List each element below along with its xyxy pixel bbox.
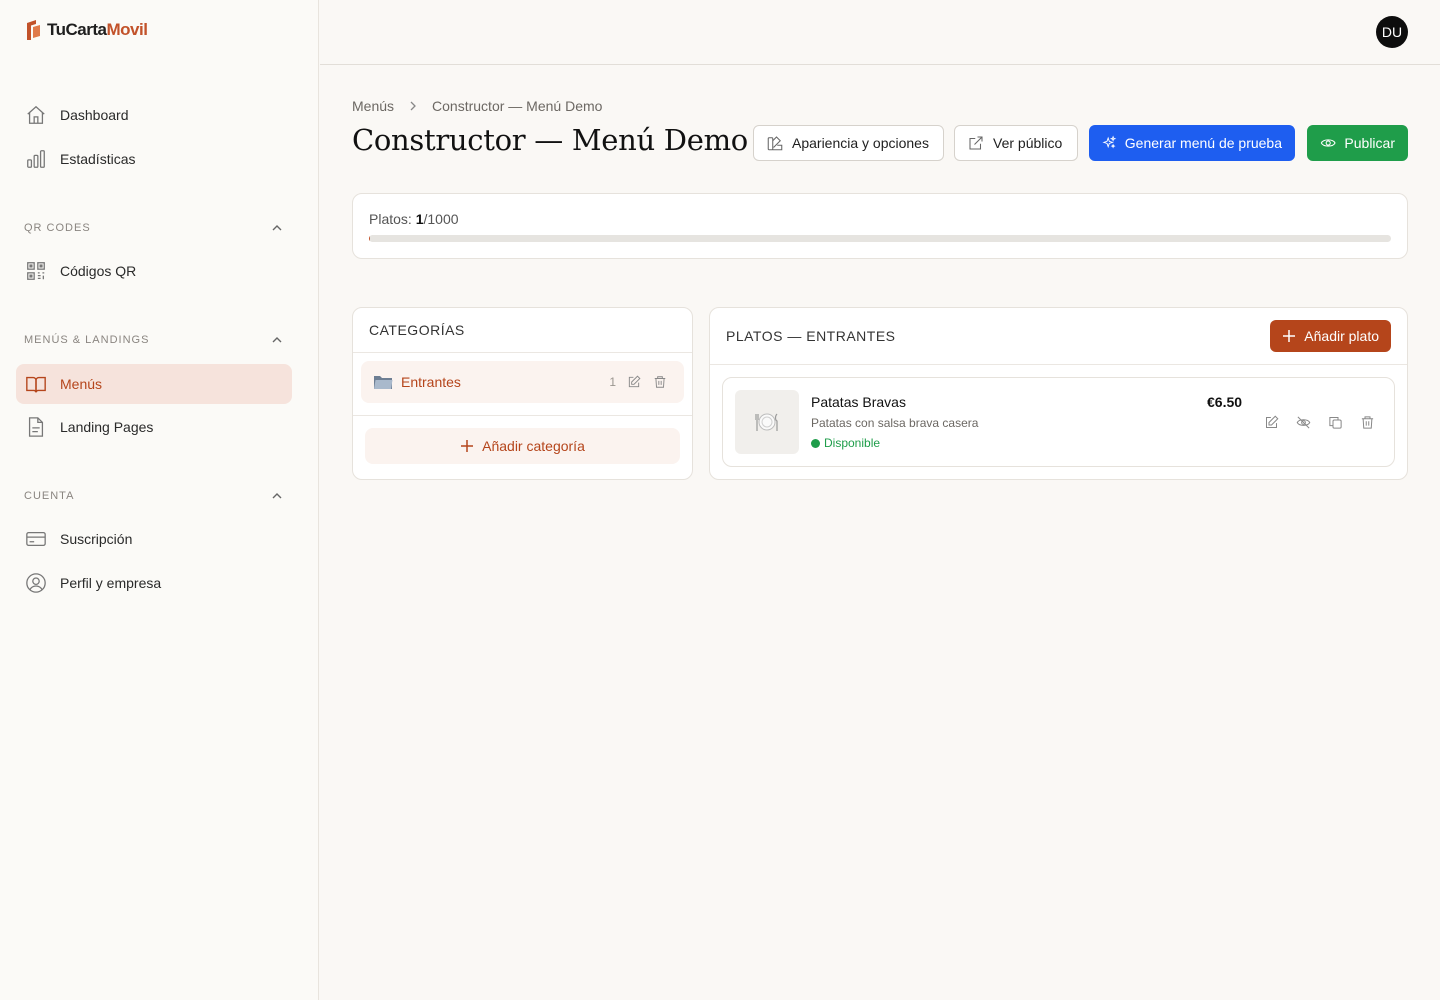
edit-icon[interactable] — [1263, 414, 1279, 430]
home-icon — [25, 104, 47, 126]
button-label: Apariencia y opciones — [792, 135, 929, 151]
categories-panel: CATEGORÍAS Entrantes 1 Añadir categoría — [352, 307, 693, 480]
sidebar-item-suscripcion[interactable]: Suscripción — [16, 519, 292, 559]
trash-icon[interactable] — [1359, 414, 1375, 430]
usage-card: Platos: 1/1000 — [352, 193, 1408, 259]
brand-logo[interactable]: TuCartaMovil — [25, 19, 148, 41]
topbar: DU — [320, 0, 1440, 65]
dishes-panel: PLATOS — ENTRANTES Añadir plato Patatas … — [709, 307, 1408, 480]
dish-price: €6.50 — [1207, 394, 1243, 410]
divider — [353, 352, 692, 353]
copy-icon[interactable] — [1327, 414, 1343, 430]
dish-name: Patatas Bravas — [811, 394, 906, 410]
divider — [710, 364, 1407, 365]
qr-code-icon — [25, 260, 47, 282]
breadcrumb: Menús Constructor — Menú Demo — [352, 98, 602, 114]
file-icon — [25, 416, 47, 438]
category-item-entrantes[interactable]: Entrantes 1 — [361, 361, 684, 403]
categories-title: CATEGORÍAS — [369, 322, 465, 338]
sidebar-item-perfil[interactable]: Perfil y empresa — [16, 563, 292, 603]
breadcrumb-root-link[interactable]: Menús — [352, 98, 394, 114]
add-dish-button[interactable]: Añadir plato — [1270, 320, 1391, 352]
breadcrumb-current: Constructor — Menú Demo — [432, 98, 603, 114]
status-label: Disponible — [824, 436, 881, 450]
sidebar-item-label: Menús — [60, 376, 103, 392]
status-dot — [811, 438, 820, 448]
sparkles-icon — [1102, 135, 1117, 149]
divider — [353, 415, 692, 416]
category-dish-count: 1 — [609, 375, 616, 389]
sidebar: TuCartaMovil Dashboard Estadísticas QR C… — [0, 0, 319, 1000]
user-avatar[interactable]: DU — [1376, 16, 1408, 48]
appearance-options-button[interactable]: Apariencia y opciones — [753, 125, 944, 161]
section-title: QR CODES — [24, 222, 91, 234]
sidebar-item-label: Códigos QR — [60, 263, 137, 279]
sidebar-item-label: Landing Pages — [60, 419, 154, 435]
sidebar-item-label: Estadísticas — [60, 151, 136, 167]
dish-image-placeholder — [735, 390, 799, 454]
eye-icon — [1320, 139, 1336, 147]
chevron-right-icon — [410, 101, 416, 111]
generate-demo-menu-button[interactable]: Generar menú de prueba — [1089, 125, 1295, 161]
credit-card-icon — [25, 528, 47, 550]
sidebar-item-landing-pages[interactable]: Landing Pages — [16, 407, 292, 447]
category-name: Entrantes — [401, 374, 461, 390]
button-label: Añadir plato — [1304, 328, 1379, 344]
section-menus-landings[interactable]: MENÚS & LANDINGS — [24, 333, 284, 347]
dish-actions — [1263, 414, 1375, 430]
section-qr-codes[interactable]: QR CODES — [24, 221, 284, 235]
publish-button[interactable]: Publicar — [1307, 125, 1408, 161]
sidebar-item-codigos-qr[interactable]: Códigos QR — [16, 251, 292, 291]
section-title: CUENTA — [24, 490, 75, 502]
usage-label: Platos: 1/1000 — [369, 211, 459, 227]
folder-icon — [374, 376, 393, 389]
page-title: Constructor — Menú Demo — [352, 123, 748, 157]
sidebar-item-dashboard[interactable]: Dashboard — [16, 95, 292, 135]
button-label: Publicar — [1344, 135, 1395, 151]
dish-status: Disponible — [811, 436, 880, 450]
usage-progress-bar — [369, 235, 1391, 242]
sidebar-item-label: Suscripción — [60, 531, 133, 547]
plate-cutlery-icon — [755, 413, 778, 431]
user-circle-icon — [25, 572, 47, 594]
chevron-up-icon — [272, 337, 282, 343]
bar-chart-icon — [25, 148, 47, 170]
usage-progress-fill — [369, 235, 371, 242]
button-label: Añadir categoría — [482, 438, 585, 454]
sidebar-item-menus[interactable]: Menús — [16, 364, 292, 404]
dish-card[interactable]: Patatas Bravas Patatas con salsa brava c… — [722, 377, 1395, 467]
book-open-icon — [25, 373, 47, 395]
trash-icon[interactable] — [652, 374, 668, 390]
sidebar-item-label: Perfil y empresa — [60, 575, 162, 591]
palette-icon — [767, 136, 783, 151]
sidebar-item-estadisticas[interactable]: Estadísticas — [16, 139, 292, 179]
brand-name: TuCartaMovil — [47, 20, 148, 39]
button-label: Generar menú de prueba — [1124, 135, 1282, 151]
section-title: MENÚS & LANDINGS — [24, 334, 150, 346]
logo-mark-icon — [27, 20, 40, 40]
plus-icon — [1283, 330, 1296, 342]
edit-icon[interactable] — [626, 374, 642, 390]
plus-icon — [461, 440, 474, 452]
external-link-icon — [969, 136, 983, 150]
chevron-up-icon — [272, 493, 282, 499]
button-label: Ver público — [993, 135, 1063, 151]
sidebar-item-label: Dashboard — [60, 107, 129, 123]
add-category-button[interactable]: Añadir categoría — [365, 428, 680, 464]
view-public-button[interactable]: Ver público — [954, 125, 1078, 161]
dish-description: Patatas con salsa brava casera — [811, 416, 979, 430]
chevron-up-icon — [272, 225, 282, 231]
dishes-title: PLATOS — ENTRANTES — [726, 328, 896, 344]
section-cuenta[interactable]: CUENTA — [24, 489, 284, 503]
eye-off-icon[interactable] — [1295, 414, 1311, 430]
